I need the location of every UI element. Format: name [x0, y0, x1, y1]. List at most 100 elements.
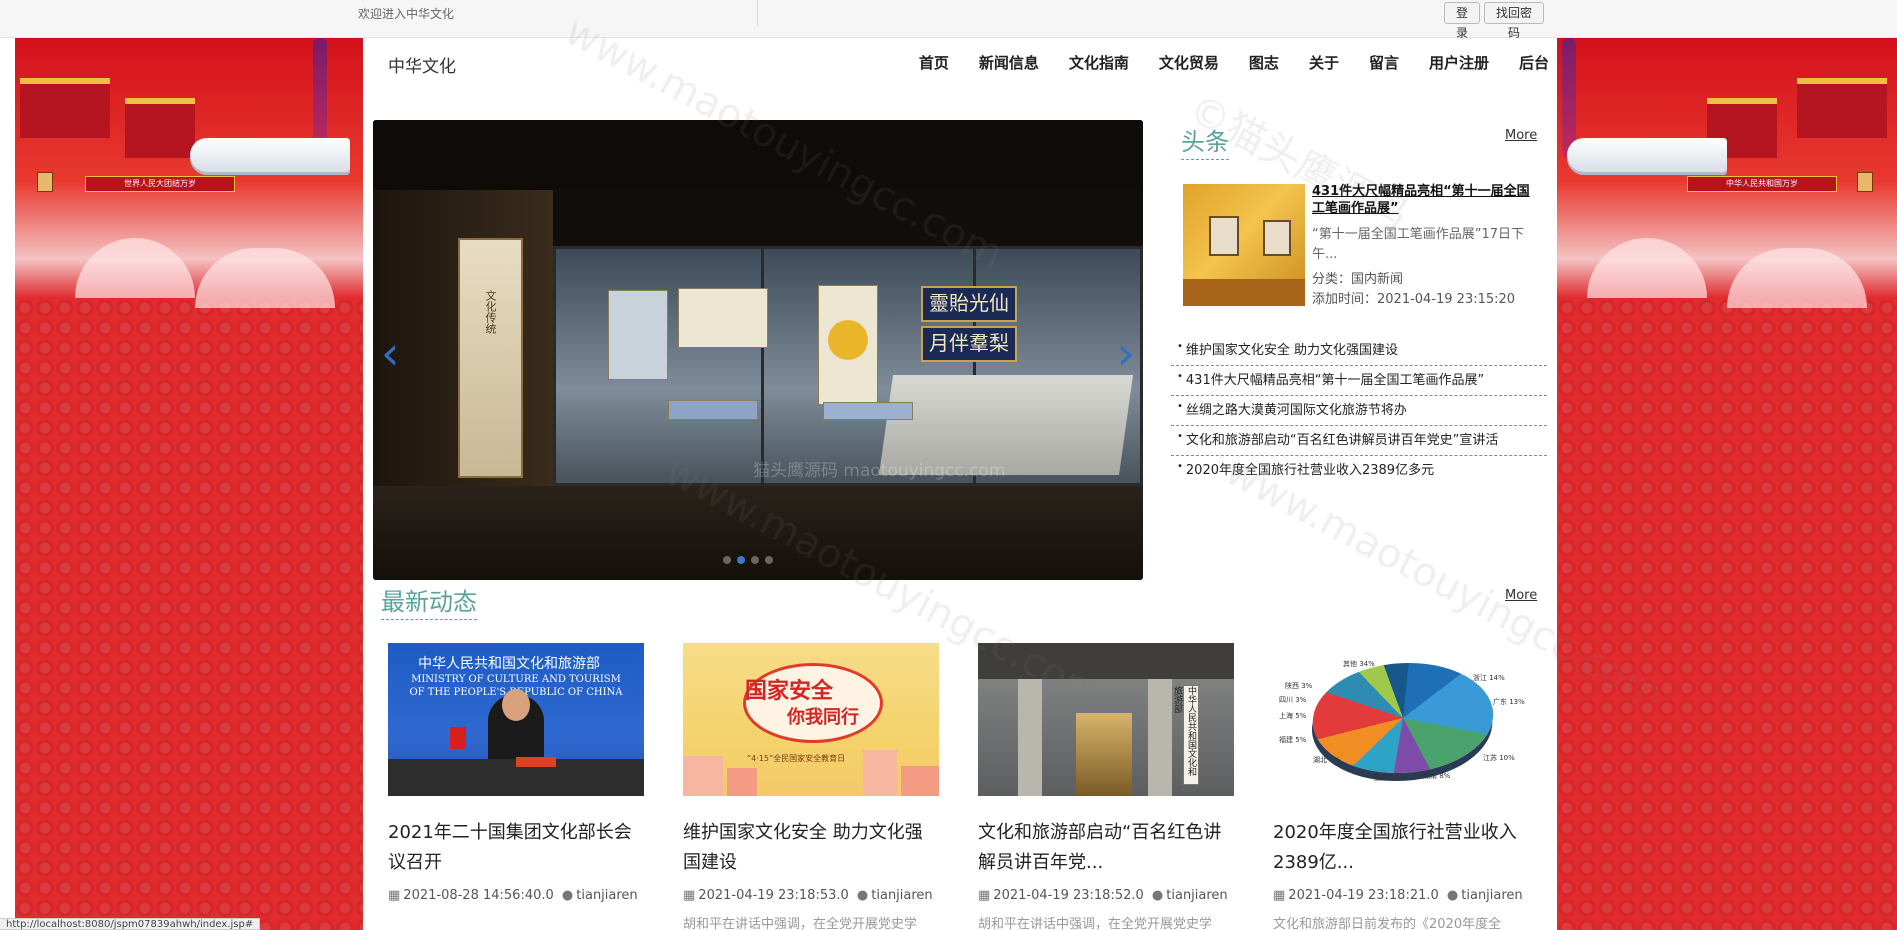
- entrance-graphic: [1076, 713, 1132, 796]
- news-card[interactable]: 国家安全 你我同行 “4·15”全民国家安全教育日 维护国家文化安全 助力文化强…: [683, 643, 939, 930]
- news-card-image[interactable]: 其他 34% 浙江 14% 广东 13% 江苏 10% 湖南 8% 重庆 8% …: [1273, 643, 1529, 796]
- carousel-indicators: [723, 556, 773, 564]
- news-card-excerpt: 文化和旅游部日前发布的《2020年度全: [1273, 917, 1502, 930]
- pie-label: 广东 13%: [1493, 698, 1525, 706]
- headline-item[interactable]: 431件大尺幅精品亮相“第十一届全国工笔画作品展”: [1171, 366, 1547, 396]
- news-card[interactable]: 中华人民共和国文化和旅游部 MINISTRY OF CULTURE AND TO…: [388, 643, 644, 930]
- headline-feature-category: 分类：国内新闻: [1312, 272, 1404, 287]
- nav-home[interactable]: 首页: [919, 52, 949, 73]
- main-nav: 首页 新闻信息 文化指南 文化贸易 图志 关于 留言 用户注册 后台: [919, 52, 1549, 73]
- headlines-more-link[interactable]: More: [1505, 128, 1537, 143]
- news-card-author: tianjiaren: [576, 888, 638, 903]
- headline-item[interactable]: 丝绸之路大漠黄河国际文化旅游节将办: [1171, 396, 1547, 426]
- news-card-title[interactable]: 2021年二十国集团文化部长会议召开: [388, 818, 644, 878]
- news-card-meta: ▦ 2021-04-19 23:18:52.0 ● tianjiaren: [978, 888, 1234, 903]
- nav-gallery[interactable]: 图志: [1249, 52, 1279, 73]
- left-decorative-banner: 世界人民大团结万岁: [15, 38, 363, 930]
- nav-culture-trade[interactable]: 文化贸易: [1159, 52, 1219, 73]
- headline-item[interactable]: 文化和旅游部启动“百名红色讲解员讲百年党史”宣讲活: [1171, 426, 1547, 456]
- headline-feature-meta: 分类：国内新闻 添加时间：2021-04-19 23:15:20: [1312, 270, 1515, 310]
- pie-label: 陕西 3%: [1285, 682, 1313, 690]
- news-card-date: 2021-04-19 23:18:21.0: [1288, 888, 1439, 903]
- news-card-author: tianjiaren: [1166, 888, 1228, 903]
- headline-feature-summary: “第十一届全国工笔画作品展”17日下午...: [1312, 227, 1525, 262]
- news-card-title[interactable]: 维护国家文化安全 助力文化强国建设: [683, 818, 939, 878]
- nav-culture-guide[interactable]: 文化指南: [1069, 52, 1129, 73]
- pie-label: 湖南 8%: [1423, 772, 1451, 780]
- carousel-caption: 猫头鹰源码 maotouyingcc.com: [753, 461, 1006, 481]
- news-card[interactable]: 其他 34% 浙江 14% 广东 13% 江苏 10% 湖南 8% 重庆 8% …: [1273, 643, 1529, 930]
- news-card-date: 2021-04-19 23:18:53.0: [698, 888, 849, 903]
- latest-news-title: 最新动态: [381, 582, 477, 620]
- carousel-dot[interactable]: [751, 556, 759, 564]
- headline-item[interactable]: 维护国家文化安全 助力文化强国建设: [1171, 336, 1547, 366]
- news-card-excerpt: 胡和平在讲话中强调，在全党开展党史学: [978, 917, 1213, 930]
- pie-label: 重庆 8%: [1373, 774, 1401, 782]
- portrait-graphic: [37, 172, 53, 192]
- ministry-name-text: 中华人民共和国文化和旅游部: [418, 656, 600, 672]
- headline-feature-title[interactable]: 431件大尺幅精品亮相“第十一届全国工笔画作品展”: [1312, 183, 1542, 217]
- portrait-graphic: [1857, 172, 1873, 192]
- login-button[interactable]: 登录: [1444, 2, 1480, 40]
- exhibit-plaque-bottom: 月伴羣梨: [921, 326, 1017, 362]
- headline-feature-image[interactable]: [1183, 184, 1305, 306]
- slogan-ribbon: 中华人民共和国万岁: [1687, 176, 1837, 192]
- calendar-icon: ▦: [1273, 888, 1286, 903]
- site-brand[interactable]: 中华文化: [388, 52, 456, 77]
- ministry-plaque: 中华人民共和国文化和旅游部: [1172, 685, 1199, 785]
- headline-feature-date: 添加时间：2021-04-19 23:15:20: [1312, 292, 1516, 307]
- browser-status-url: http://localhost:8080/jspm07839ahwh/inde…: [0, 918, 261, 930]
- exhibit-document: [608, 290, 668, 380]
- news-card-excerpt: [388, 913, 644, 930]
- calendar-icon: ▦: [978, 888, 991, 903]
- news-card-title[interactable]: 文化和旅游部启动“百名红色讲解员讲百年党...: [978, 818, 1234, 878]
- carousel-prev-icon[interactable]: ‹: [381, 330, 399, 376]
- exhibit-panel: [458, 238, 523, 478]
- news-card-image[interactable]: 中华人民共和国文化和旅游部 MINISTRY OF CULTURE AND TO…: [388, 643, 644, 796]
- nav-register[interactable]: 用户注册: [1429, 52, 1489, 73]
- news-card-meta: ▦ 2021-04-19 23:18:53.0 ● tianjiaren: [683, 888, 939, 903]
- carousel-dot-active[interactable]: [737, 556, 745, 564]
- pie-label: 福建 5%: [1279, 736, 1307, 744]
- building-graphic: [727, 768, 757, 796]
- nav-news[interactable]: 新闻信息: [979, 52, 1039, 73]
- news-card-author: tianjiaren: [1461, 888, 1523, 903]
- nav-messages[interactable]: 留言: [1369, 52, 1399, 73]
- bullet-train-graphic: [190, 138, 350, 172]
- slogan-ribbon: 世界人民大团结万岁: [85, 176, 235, 192]
- topbar-divider: [757, 0, 758, 26]
- nav-about[interactable]: 关于: [1309, 52, 1339, 73]
- exhibit-panel-text: 文化传统: [484, 290, 497, 334]
- exhibit-plaque-top: 靈貽光仙: [921, 286, 1017, 322]
- recover-password-button[interactable]: 找回密码: [1484, 2, 1544, 40]
- news-card-image[interactable]: 中华人民共和国文化和旅游部: [978, 643, 1234, 796]
- user-icon: ●: [561, 888, 574, 903]
- carousel-next-icon[interactable]: ›: [1117, 330, 1135, 376]
- column-graphic: [1148, 679, 1172, 796]
- latest-news-more-link[interactable]: More: [1505, 588, 1537, 603]
- painting-graphic: [1209, 216, 1239, 256]
- nav-admin[interactable]: 后台: [1519, 52, 1549, 73]
- headline-item[interactable]: 2020年度全国旅行社营业收入2389亿多元: [1171, 456, 1547, 486]
- user-icon: ●: [856, 888, 869, 903]
- exhibit-document: [678, 288, 768, 348]
- user-icon: ●: [1151, 888, 1164, 903]
- carousel-dot[interactable]: [765, 556, 773, 564]
- news-card-image[interactable]: 国家安全 你我同行 “4·15”全民国家安全教育日: [683, 643, 939, 796]
- exhibit-book: [668, 400, 758, 420]
- news-card-author: tianjiaren: [871, 888, 933, 903]
- main-container: 中华文化 首页 新闻信息 文化指南 文化贸易 图志 关于 留言 用户注册 后台 …: [363, 38, 1557, 930]
- carousel-dot[interactable]: [723, 556, 731, 564]
- museum-ceiling: [373, 120, 1143, 190]
- pie-label: 其他 34%: [1343, 660, 1375, 668]
- image-carousel[interactable]: 文化传统 靈貽光仙 月伴羣梨 猫头鹰源码 maotouyingcc.com ‹ …: [373, 120, 1143, 580]
- pie-label: 江苏 10%: [1483, 754, 1515, 762]
- gallery-floor: [1183, 279, 1305, 306]
- exhibit-book: [823, 402, 913, 420]
- tiananmen-graphic: [20, 78, 110, 138]
- news-card[interactable]: 中华人民共和国文化和旅游部 文化和旅游部启动“百名红色讲解员讲百年党... ▦ 2…: [978, 643, 1234, 930]
- news-card-excerpt: 胡和平在讲话中强调，在全党开展党史学: [683, 917, 918, 930]
- news-card-meta: ▦ 2021-08-28 14:56:40.0 ● tianjiaren: [388, 888, 644, 903]
- painting-graphic: [1263, 220, 1291, 256]
- news-card-title[interactable]: 2020年度全国旅行社营业收入2389亿...: [1273, 818, 1529, 878]
